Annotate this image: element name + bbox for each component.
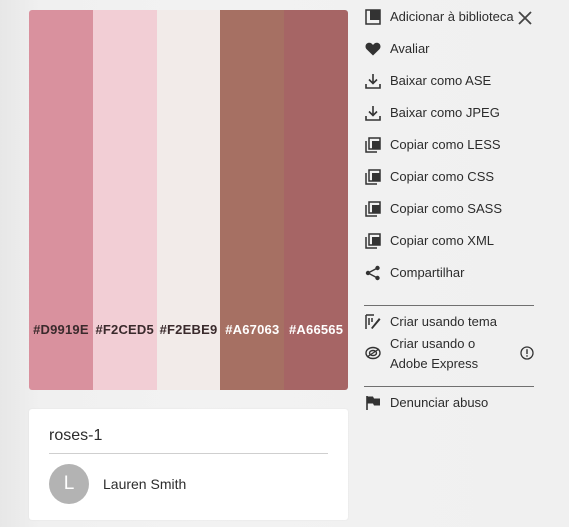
menu-item-create-with-theme[interactable]: Criar usando tema <box>364 312 497 332</box>
menu-item-label: Copiar como CSS <box>390 169 495 184</box>
menu-item-label: Avaliar <box>390 41 430 56</box>
swatch-hex-label: #A66565 <box>289 322 344 337</box>
menu-item-label: Adicionar à biblioteca <box>390 9 514 24</box>
close-icon <box>518 11 532 25</box>
menu-item-label: Baixar como ASE <box>390 73 492 88</box>
info-button[interactable] <box>520 346 536 362</box>
copy-icon <box>364 200 382 218</box>
menu-item-copy-less[interactable]: Copiar como LESS <box>364 135 501 155</box>
copy-icon <box>364 136 382 154</box>
menu-item-copy-xml[interactable]: Copiar como XML <box>364 231 494 251</box>
menu-item-rate[interactable]: Avaliar <box>364 39 430 59</box>
copy-icon <box>364 168 382 186</box>
menu-item-label: Copiar como XML <box>390 233 495 248</box>
swatch-1[interactable]: #D9919E <box>29 10 93 390</box>
menu-item-copy-css[interactable]: Copiar como CSS <box>364 167 494 187</box>
menu-item-label-line2: Adobe Express <box>390 356 479 371</box>
flag-icon <box>364 394 382 412</box>
menu-item-label: Compartilhar <box>390 265 465 280</box>
menu-divider <box>364 305 534 306</box>
menu-item-label: Copiar como SASS <box>390 201 502 216</box>
menu-item-download-ase[interactable]: Baixar como ASE <box>364 71 491 91</box>
swatch-5[interactable]: #A66565 <box>284 10 348 390</box>
menu-item-download-jpeg[interactable]: Baixar como JPEG <box>364 103 500 123</box>
close-button[interactable] <box>516 9 534 27</box>
swatch-hex-label: #F2CED5 <box>95 322 154 337</box>
swatch-3[interactable]: #F2EBE9 <box>156 10 221 390</box>
copy-icon <box>364 232 382 250</box>
menu-item-label-line1: Criar usando o <box>390 336 476 351</box>
menu-item-share[interactable]: Compartilhar <box>364 263 464 283</box>
swatch-hex-label: #D9919E <box>33 322 89 337</box>
library-add-icon <box>364 8 382 26</box>
avatar[interactable]: L <box>49 464 89 504</box>
color-palette: #D9919E #F2CED5 #F2EBE9 #A67063 #A66565 <box>29 10 348 390</box>
swatch-2[interactable]: #F2CED5 <box>92 10 157 390</box>
download-icon <box>364 72 382 90</box>
menu-item-create-with-express[interactable]: Criar usando o Adobe Express <box>364 334 478 374</box>
theme-info-card: roses-1 L Lauren Smith <box>29 409 348 520</box>
menu-item-label: Baixar como JPEG <box>390 105 500 120</box>
menu-item-label: Denunciar abuso <box>390 395 489 410</box>
share-icon <box>364 264 382 282</box>
adobe-express-icon <box>364 344 382 362</box>
swatch-hex-label: #F2EBE9 <box>159 322 218 337</box>
menu-divider <box>364 386 534 387</box>
theme-title[interactable]: roses-1 <box>49 427 102 445</box>
heart-icon <box>364 40 382 58</box>
menu-item-copy-sass[interactable]: Copiar como SASS <box>364 199 502 219</box>
menu-item-label: Criar usando tema <box>390 314 497 329</box>
swatch-4[interactable]: #A67063 <box>220 10 285 390</box>
card-divider <box>49 453 328 454</box>
swatch-hex-label: #A67063 <box>225 322 280 337</box>
menu-item-report-abuse[interactable]: Denunciar abuso <box>364 393 488 413</box>
menu-item-label: Copiar como LESS <box>390 137 501 152</box>
download-icon <box>364 104 382 122</box>
menu-item-add-to-library[interactable]: Adicionar à biblioteca <box>364 7 514 27</box>
author-name[interactable]: Lauren Smith <box>103 476 186 492</box>
info-icon <box>520 346 534 360</box>
brush-icon <box>364 313 382 331</box>
